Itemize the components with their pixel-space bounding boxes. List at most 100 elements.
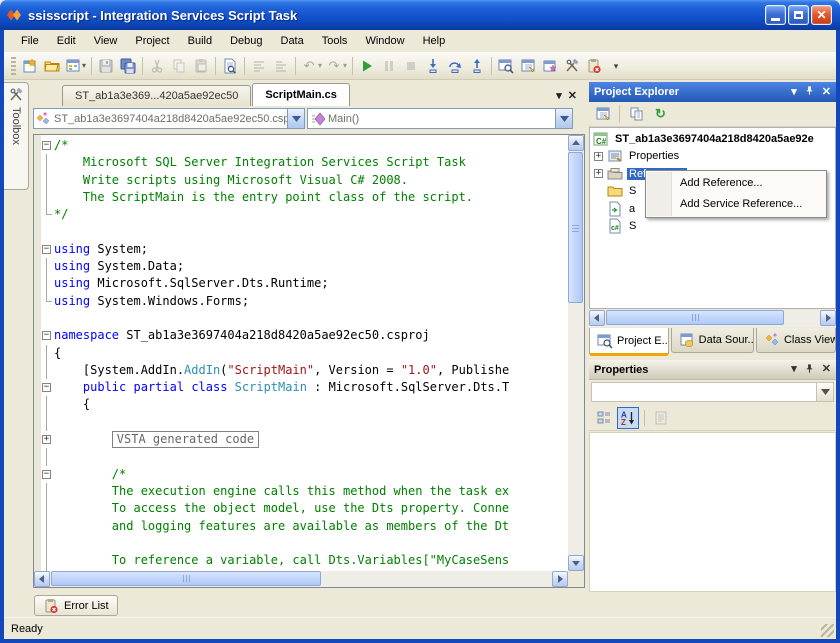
code-line[interactable]: To access the object model, use the Dts … xyxy=(54,500,568,517)
scroll-right-icon[interactable] xyxy=(820,310,836,326)
tab-list-chevron-icon[interactable]: ▾ xyxy=(556,89,562,102)
code-line[interactable] xyxy=(54,310,568,327)
panel-menu-chevron-icon[interactable]: ▾ xyxy=(791,364,797,375)
toolbox-tab[interactable]: Toolbox xyxy=(4,82,29,190)
horizontal-scroll-thumb[interactable] xyxy=(606,310,784,325)
error-list-button[interactable]: Error List xyxy=(34,595,118,616)
context-menu-item-add-reference[interactable]: Add Reference... xyxy=(646,173,826,194)
toolbar-grip[interactable] xyxy=(11,57,16,75)
editor-vertical-scrollbar[interactable] xyxy=(568,135,584,571)
close-document-icon[interactable]: ✕ xyxy=(568,89,577,102)
toolbox-button[interactable] xyxy=(561,55,583,77)
menu-data[interactable]: Data xyxy=(272,32,313,50)
show-all-files-button[interactable] xyxy=(626,104,647,125)
scroll-left-icon[interactable] xyxy=(34,571,50,587)
scroll-down-icon[interactable] xyxy=(568,555,584,571)
add-new-item-dropdown-icon[interactable]: ▾ xyxy=(82,61,86,70)
properties-object-combobox[interactable] xyxy=(591,382,834,402)
code-line[interactable]: using Microsoft.SqlServer.Dts.Runtime; xyxy=(54,275,568,292)
menu-edit[interactable]: Edit xyxy=(48,32,85,50)
tool-tab-project-e-[interactable]: Project E... xyxy=(589,328,669,356)
scroll-right-icon[interactable] xyxy=(552,571,568,587)
vertical-scroll-thumb[interactable] xyxy=(568,152,583,303)
outline-toggle[interactable]: − xyxy=(41,241,54,258)
tree-item-a[interactable]: a xyxy=(594,200,637,217)
minimize-button[interactable] xyxy=(765,5,786,25)
code-line[interactable] xyxy=(54,535,568,552)
tree-expander-icon[interactable]: + xyxy=(594,152,603,161)
categorized-button[interactable] xyxy=(593,407,615,429)
code-line[interactable]: using System.Data; xyxy=(54,258,568,275)
outline-toggle[interactable]: − xyxy=(41,327,54,344)
menu-window[interactable]: Window xyxy=(356,32,413,50)
code-line[interactable]: The ScriptMain is the entry point class … xyxy=(54,189,568,206)
project-explorer-tree[interactable]: C#ST_ab1a3e3697404a218d8420a5ae92e+Prope… xyxy=(589,127,836,309)
code-line[interactable]: using System; xyxy=(54,241,568,258)
menu-file[interactable]: File xyxy=(12,32,48,50)
code-line[interactable]: Microsoft SQL Server Integration Service… xyxy=(54,154,568,171)
outline-toggle[interactable]: − xyxy=(41,137,54,154)
code-line[interactable]: using System.Windows.Forms; xyxy=(54,293,568,310)
code-line[interactable]: To reference a variable, call Dts.Variab… xyxy=(54,552,568,569)
find-in-files-button[interactable] xyxy=(219,55,241,77)
code-line[interactable]: { xyxy=(54,396,568,413)
close-button[interactable]: ✕ xyxy=(811,5,832,25)
collapsed-region[interactable]: VSTA generated code xyxy=(112,431,259,448)
maximize-button[interactable] xyxy=(788,5,809,25)
tree-item-s[interactable]: c#S xyxy=(594,218,638,235)
document-tab-1[interactable]: ScriptMain.cs xyxy=(252,83,350,106)
menu-project[interactable]: Project xyxy=(126,32,178,50)
types-combo-dropdown-icon[interactable] xyxy=(287,109,304,128)
code-line[interactable] xyxy=(54,223,568,240)
context-menu-item-add-service-reference[interactable]: Add Service Reference... xyxy=(646,194,826,215)
uncomment-selection-button[interactable] xyxy=(270,55,292,77)
code-line[interactable]: VSTA generated code xyxy=(54,431,568,448)
add-item-window-button[interactable] xyxy=(539,55,561,77)
document-tab-0[interactable]: ST_ab1a3e369...420a5ae92ec50 xyxy=(62,85,251,106)
tree-expander-icon[interactable]: + xyxy=(594,169,603,178)
property-pages-button[interactable] xyxy=(650,407,672,429)
menu-view[interactable]: View xyxy=(85,32,127,50)
menu-debug[interactable]: Debug xyxy=(221,32,271,50)
code-line[interactable]: /* xyxy=(54,466,568,483)
code-line[interactable]: The execution engine calls this method w… xyxy=(54,483,568,500)
break-all-button[interactable] xyxy=(378,55,400,77)
panel-menu-chevron-icon[interactable]: ▾ xyxy=(791,87,797,98)
code-line[interactable]: public partial class ScriptMain : Micros… xyxy=(54,379,568,396)
combo-dropdown-icon[interactable] xyxy=(816,383,833,401)
properties-window-button[interactable] xyxy=(517,55,539,77)
paste-button[interactable] xyxy=(190,55,212,77)
code-text[interactable]: /* Microsoft SQL Server Integration Serv… xyxy=(54,137,568,571)
code-editor[interactable]: −−−−+− /* Microsoft SQL Server Integrati… xyxy=(33,134,585,588)
tree-item-st-ab1a3e3697404a218d842[interactable]: C#ST_ab1a3e3697404a218d8420a5ae92e xyxy=(593,130,816,147)
save-button[interactable] xyxy=(95,55,117,77)
code-line[interactable]: and logging features are available as me… xyxy=(54,518,568,535)
types-combobox[interactable]: ST_ab1a3e3697404a218d8420a5ae92ec50.cspr xyxy=(33,108,305,129)
add-new-item-button[interactable]: ▾ xyxy=(63,55,88,77)
outline-toggle[interactable]: − xyxy=(41,466,54,483)
tree-item-properties[interactable]: +Properties xyxy=(594,148,681,165)
step-out-button[interactable] xyxy=(466,55,488,77)
undo-button[interactable]: ↶▾ xyxy=(299,55,324,77)
project-explorer-button[interactable] xyxy=(495,55,517,77)
menu-help[interactable]: Help xyxy=(414,32,455,50)
tree-horizontal-scrollbar[interactable] xyxy=(589,310,836,327)
outline-toggle[interactable]: − xyxy=(41,379,54,396)
code-line[interactable]: { xyxy=(54,345,568,362)
close-panel-icon[interactable]: ✕ xyxy=(822,87,831,98)
cut-button[interactable] xyxy=(146,55,168,77)
step-over-button[interactable] xyxy=(444,55,466,77)
horizontal-scroll-thumb[interactable] xyxy=(51,571,321,586)
code-line[interactable] xyxy=(54,448,568,465)
pin-icon[interactable] xyxy=(804,363,815,377)
tree-item-s[interactable]: S xyxy=(594,183,638,200)
resize-grip[interactable] xyxy=(821,624,834,637)
code-line[interactable]: [System.AddIn.AddIn("ScriptMain", Versio… xyxy=(54,362,568,379)
error-list-button[interactable] xyxy=(583,55,605,77)
scroll-up-icon[interactable] xyxy=(568,135,584,151)
code-line[interactable]: namespace ST_ab1a3e3697404a218d8420a5ae9… xyxy=(54,327,568,344)
editor-horizontal-scrollbar[interactable] xyxy=(34,571,568,587)
copy-button[interactable] xyxy=(168,55,190,77)
alphabetical-button[interactable]: AZ xyxy=(617,407,639,429)
open-file-button[interactable] xyxy=(41,55,63,77)
